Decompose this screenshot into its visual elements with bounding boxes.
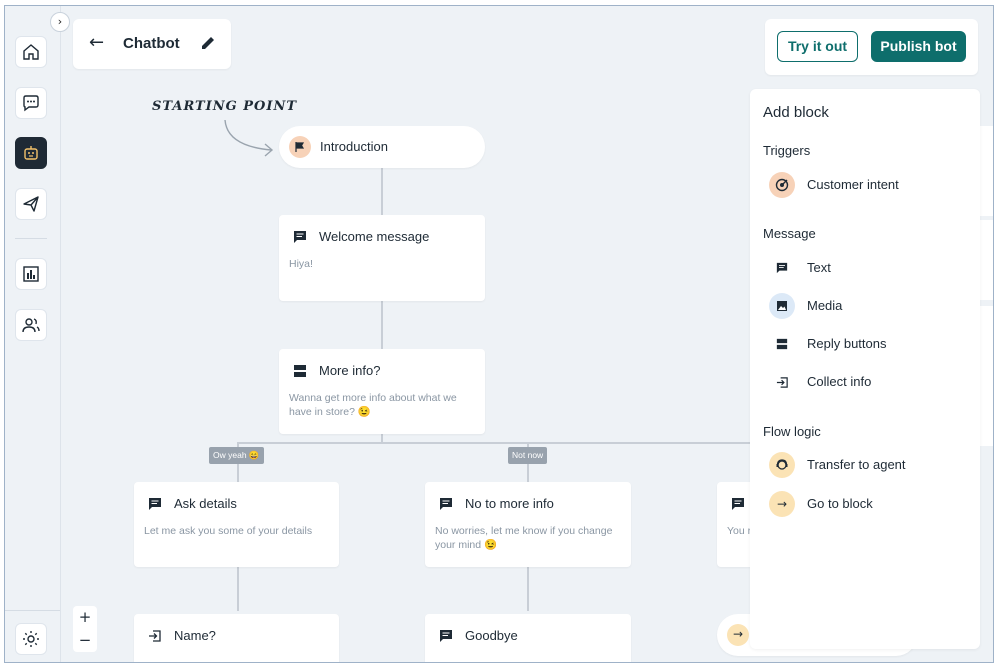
- block-label: Transfer to agent: [807, 457, 906, 472]
- node-title: Ask details: [174, 496, 237, 511]
- node-body: Let me ask you some of your details: [144, 525, 313, 537]
- node-title: No to more info: [465, 496, 554, 511]
- sidebar-footer: [5, 610, 60, 662]
- branch-tag-no: Not now: [508, 447, 548, 464]
- connector: [237, 567, 239, 611]
- header-actions: Try it out Publish bot: [765, 19, 978, 75]
- collect-icon: [149, 630, 161, 642]
- arrow-right-icon: →: [727, 624, 749, 646]
- node-body: No worries, let me know if you change yo…: [435, 525, 613, 551]
- users-icon: [22, 318, 40, 333]
- block-media[interactable]: Media: [769, 293, 969, 319]
- message-icon: [294, 231, 306, 243]
- branch-tag-yes: Ow yeah 😄: [209, 447, 264, 464]
- connector: [381, 301, 383, 349]
- block-label: Go to block: [807, 496, 873, 511]
- section-message: Message: [763, 226, 816, 241]
- section-flow-logic: Flow logic: [763, 424, 821, 439]
- home-icon: [23, 44, 39, 60]
- message-icon: [440, 630, 452, 642]
- add-block-panel: Add block Triggers Customer intent Messa…: [750, 89, 980, 649]
- section-triggers: Triggers: [763, 143, 811, 158]
- connector: [381, 168, 383, 215]
- sidebar-collapse-button[interactable]: ›: [50, 12, 70, 32]
- node-welcome-message[interactable]: Welcome message Hiya!: [279, 215, 485, 301]
- nav-contacts[interactable]: [15, 309, 47, 341]
- image-icon: [769, 293, 795, 319]
- zoom-controls: + −: [73, 606, 97, 652]
- buttons-icon: [769, 331, 795, 357]
- block-transfer-to-agent[interactable]: Transfer to agent: [769, 452, 969, 478]
- block-label: Collect info: [807, 374, 872, 389]
- send-icon: [23, 196, 39, 212]
- connector: [527, 567, 529, 611]
- block-text[interactable]: Text: [769, 255, 969, 281]
- chat-icon: [23, 95, 39, 112]
- nav-settings[interactable]: [15, 623, 47, 655]
- page-title: Chatbot: [123, 35, 180, 52]
- node-ask-details[interactable]: Ask details Let me ask you some of your …: [134, 482, 339, 567]
- block-label: Reply buttons: [807, 336, 887, 351]
- block-label: Text: [807, 260, 831, 275]
- block-go-to-block[interactable]: → Go to block: [769, 491, 969, 517]
- nav-chatbot[interactable]: [15, 137, 47, 169]
- node-introduction[interactable]: Introduction: [279, 126, 485, 168]
- sidebar: [5, 6, 61, 662]
- node-title: Name?: [174, 628, 216, 643]
- collect-icon: [769, 369, 795, 395]
- nav-reports[interactable]: [15, 258, 47, 290]
- pencil-icon[interactable]: [200, 35, 216, 51]
- app-window: › ← Chatbot Try it out Publish bot START…: [4, 5, 994, 663]
- node-title: Introduction: [320, 139, 388, 154]
- background-block: [979, 126, 993, 216]
- target-icon: [769, 172, 795, 198]
- node-title: More info?: [319, 363, 381, 378]
- background-block: [979, 306, 993, 446]
- flag-icon: [289, 136, 311, 158]
- background-block: [979, 220, 993, 300]
- try-it-out-button[interactable]: Try it out: [777, 31, 858, 62]
- publish-bot-button[interactable]: Publish bot: [871, 31, 966, 62]
- node-title: Goodbye: [465, 628, 518, 643]
- node-more-info[interactable]: More info? Wanna get more info about wha…: [279, 349, 485, 434]
- bar-chart-icon: [23, 266, 39, 282]
- zoom-out-button[interactable]: −: [73, 629, 97, 652]
- node-name[interactable]: Name?: [134, 614, 339, 662]
- starting-point-label: STARTING POINT: [152, 99, 298, 114]
- nav-inbox[interactable]: [15, 87, 47, 119]
- node-no-to-more-info[interactable]: No to more info No worries, let me know …: [425, 482, 631, 567]
- buttons-icon: [294, 365, 306, 377]
- node-goodbye[interactable]: Goodbye: [425, 614, 631, 662]
- block-label: Media: [807, 298, 843, 313]
- sidebar-divider: [15, 238, 47, 239]
- nav-campaigns[interactable]: [15, 188, 47, 220]
- starting-arrow: [224, 119, 274, 157]
- page-header: ← Chatbot: [73, 19, 231, 69]
- panel-title: Add block: [763, 104, 829, 121]
- zoom-in-button[interactable]: +: [73, 606, 97, 629]
- chevron-right-icon: ›: [57, 15, 63, 28]
- block-reply-buttons[interactable]: Reply buttons: [769, 331, 969, 357]
- message-icon: [149, 498, 161, 510]
- node-body: Wanna get more info about what we have i…: [289, 392, 457, 418]
- message-icon: [769, 255, 795, 281]
- message-icon: [732, 498, 744, 510]
- agent-icon: [769, 452, 795, 478]
- block-collect-info[interactable]: Collect info: [769, 369, 969, 395]
- node-title: Welcome message: [319, 229, 430, 244]
- block-label: Customer intent: [807, 177, 899, 192]
- arrow-right-icon: →: [769, 491, 795, 517]
- arrow-left-icon[interactable]: ←: [89, 34, 104, 52]
- node-body: Hiya!: [289, 258, 313, 270]
- block-customer-intent[interactable]: Customer intent: [769, 172, 969, 198]
- message-icon: [440, 498, 452, 510]
- nav-home[interactable]: [15, 36, 47, 68]
- bot-icon: [24, 146, 38, 160]
- gear-icon: [23, 631, 39, 647]
- flow-canvas[interactable]: ← Chatbot Try it out Publish bot STARTIN…: [61, 6, 993, 662]
